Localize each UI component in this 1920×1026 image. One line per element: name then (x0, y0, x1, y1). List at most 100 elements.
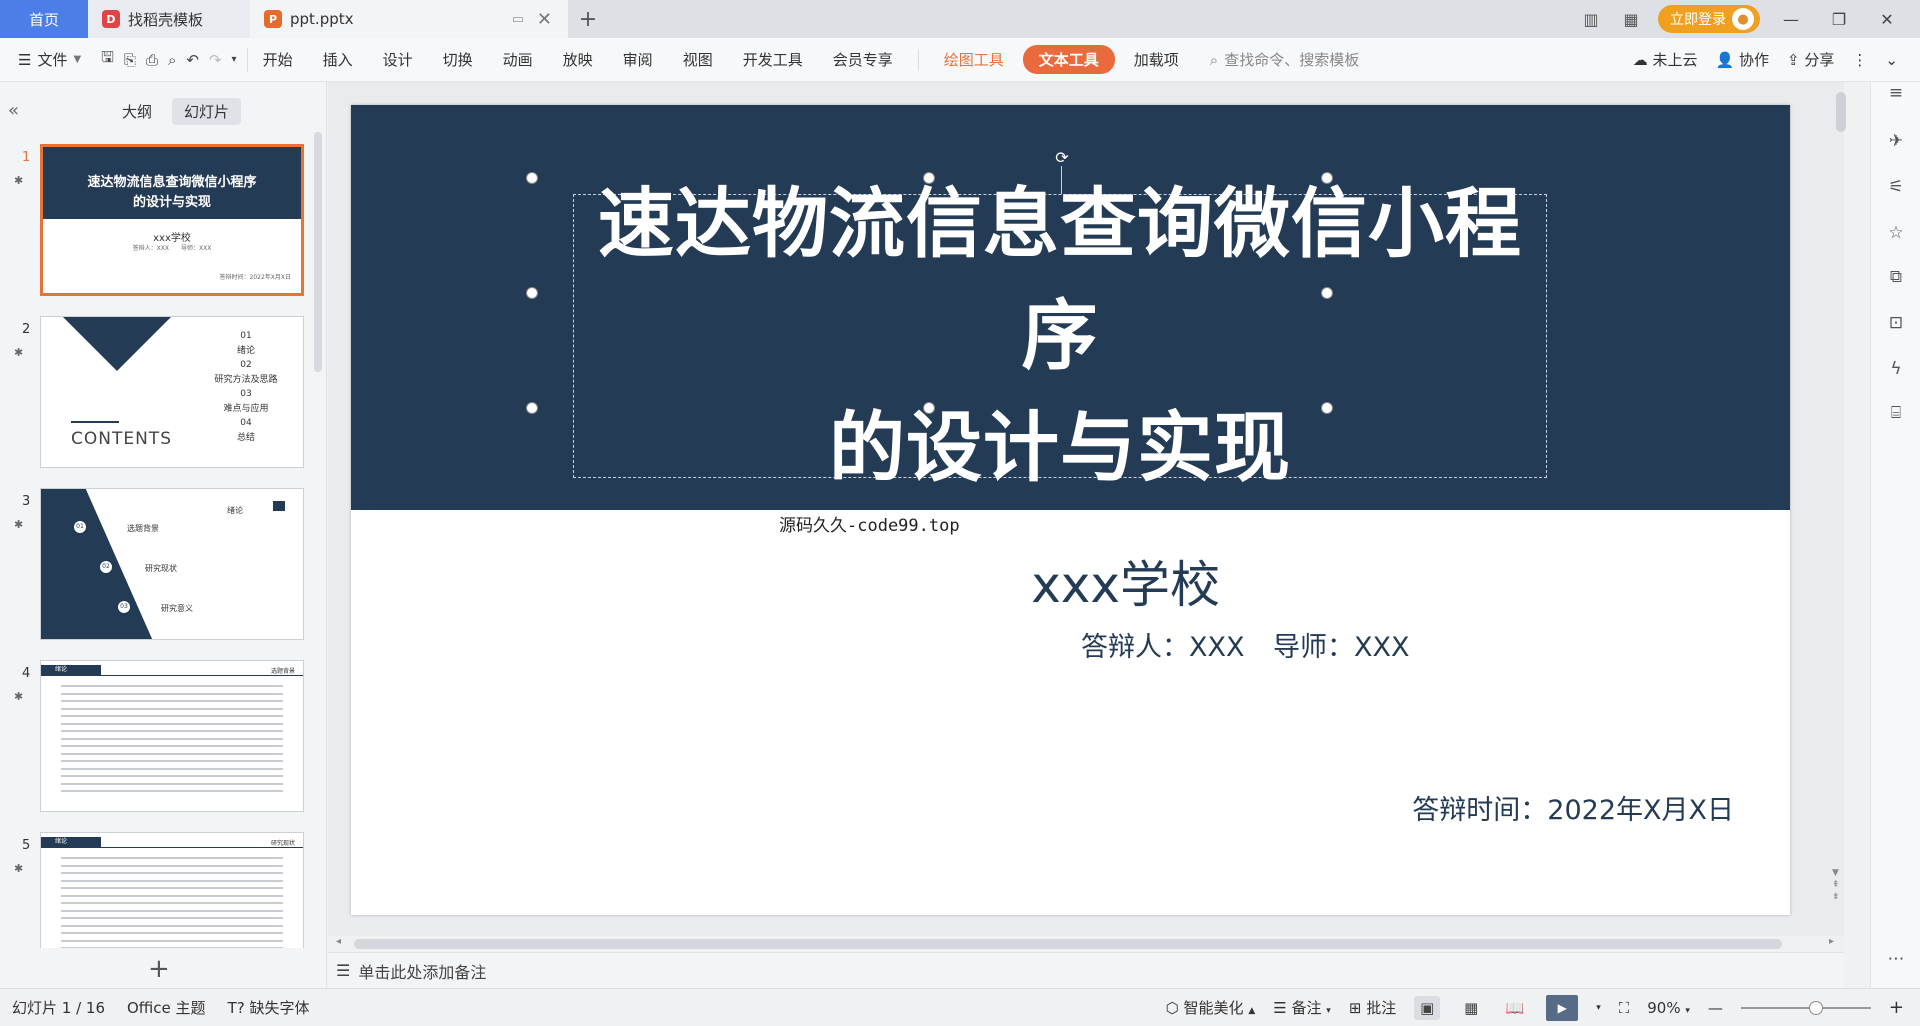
print-preview-icon[interactable]: ⌕ (168, 51, 176, 69)
panel-menu-icon[interactable]: ≡ (1885, 82, 1907, 104)
undo-icon[interactable]: ↶ (186, 51, 199, 69)
slide-thumbnail-2[interactable]: 01 绪论 02 研究方法及思路 03 难点与应用 04 总结 CONTENTS (40, 316, 304, 468)
more-quick-icon[interactable]: ▾ (232, 54, 237, 65)
book-icon[interactable]: ⌸ (1885, 402, 1907, 424)
slide-thumb-row-2: 2 ✱ 01 绪论 02 研究方法及思路 03 难点与应用 04 总结 CONT… (0, 316, 318, 468)
docer-logo-icon: D (102, 10, 120, 28)
image-icon[interactable]: ⊡ (1885, 312, 1907, 334)
resize-handle[interactable] (923, 402, 935, 414)
resize-handle[interactable] (1321, 172, 1333, 184)
resize-handle[interactable] (1321, 402, 1333, 414)
resize-handle[interactable] (526, 287, 538, 299)
beautify-button[interactable]: ⬡ 智能美化 ▲ (1166, 997, 1256, 1018)
slide-thumbnail-3[interactable]: 绪论 01 选题背景 02 研究现状 03 研究意义 (40, 488, 304, 640)
window-icon[interactable]: ▭ (512, 12, 524, 27)
lightning-icon[interactable]: ϟ (1885, 358, 1907, 380)
tab-developer[interactable]: 开发工具 (728, 49, 818, 70)
sorter-view-icon[interactable]: ▦ (1458, 996, 1484, 1020)
tab-text-tools[interactable]: 文本工具 (1022, 45, 1115, 74)
command-search[interactable]: ⌕ 查找命令、搜索模板 (1210, 49, 1359, 70)
tab-design[interactable]: 设计 (368, 49, 428, 70)
tab-insert[interactable]: 插入 (308, 49, 368, 70)
tab-start[interactable]: 开始 (248, 49, 308, 70)
resize-handle[interactable] (526, 402, 538, 414)
play-slideshow-icon[interactable]: ▶ (1546, 994, 1579, 1021)
add-slide-icon[interactable]: + (148, 954, 170, 984)
reading-view-icon[interactable]: 📖 (1502, 996, 1528, 1020)
horizontal-scroll-thumb[interactable] (354, 939, 1782, 949)
restore-icon[interactable]: ❐ (1822, 10, 1856, 29)
scroll-arrows-icon[interactable]: ▼ ⇞ ⇟ (1832, 867, 1840, 903)
rotate-handle-icon[interactable]: ⟳ (1054, 150, 1070, 166)
save-icon[interactable]: 🖫 (101, 47, 114, 72)
zoom-in-icon[interactable]: + (1889, 997, 1904, 1018)
collapse-panel-icon[interactable]: « (8, 100, 19, 121)
notes-toggle[interactable]: ☰ 备注 ▾ (1273, 997, 1331, 1018)
slide-panel-scrollbar[interactable] (314, 132, 322, 372)
thumb-title-line1: 速达物流信息查询微信小程序 (87, 175, 257, 190)
thumb3-item: 研究现状 (145, 564, 177, 573)
zoom-slider[interactable] (1740, 1000, 1871, 1015)
more-options-icon[interactable]: ⋮ (1852, 51, 1867, 69)
login-button[interactable]: 立即登录 ● (1658, 5, 1760, 33)
thumb-body-text (61, 857, 283, 948)
file-menu[interactable]: ☰ 文件 ▼ (0, 49, 91, 70)
file-menu-label: 文件 (37, 51, 68, 69)
missing-font-button[interactable]: T? 缺失字体 (228, 997, 310, 1018)
tab-outline[interactable]: 大纲 (110, 98, 164, 125)
layout-icon[interactable]: ▥ (1578, 10, 1604, 29)
resize-handle[interactable] (923, 172, 935, 184)
play-options-icon[interactable]: ▾ (1596, 1003, 1601, 1013)
tab-slideshow[interactable]: 放映 (548, 49, 608, 70)
tab-transition[interactable]: 切换 (428, 49, 488, 70)
canvas-horizontal-scrollbar[interactable]: ◂ ▸ (328, 936, 1844, 952)
resize-handle[interactable] (526, 172, 538, 184)
theme-name[interactable]: Office 主题 (127, 997, 206, 1018)
zoom-knob[interactable] (1808, 1000, 1823, 1015)
tab-drawing-tools[interactable]: 绘图工具 (929, 49, 1019, 70)
zoom-dropdown[interactable]: 90% ▾ (1647, 999, 1690, 1017)
collapse-ribbon-icon[interactable]: ⌄ (1885, 51, 1898, 69)
title-textbox[interactable]: 速达物流信息查询微信小程序 的设计与实现 (573, 179, 1547, 492)
rocket-icon[interactable]: ✈ (1885, 130, 1907, 152)
notes-pane[interactable]: ☰ 单击此处添加备注 (328, 952, 1844, 988)
canvas-vertical-scrollbar[interactable] (1836, 92, 1846, 132)
tab-member[interactable]: 会员专享 (818, 49, 908, 70)
slide-thumbnail-4[interactable]: 绪论 选题背景 (40, 660, 304, 812)
star-icon[interactable]: ☆ (1885, 222, 1907, 244)
new-tab-button[interactable]: + (568, 0, 608, 38)
scroll-left-icon[interactable]: ◂ (336, 936, 341, 947)
chevron-down-icon: ▼ (73, 54, 82, 65)
tab-view[interactable]: 视图 (668, 49, 728, 70)
scroll-right-icon[interactable]: ▸ (1829, 936, 1834, 947)
export-pdf-icon[interactable]: ⎘ (124, 51, 136, 69)
tab-addons[interactable]: 加载项 (1119, 49, 1194, 70)
normal-view-icon[interactable]: ▣ (1414, 995, 1441, 1020)
apps-grid-icon[interactable]: ▦ (1618, 10, 1644, 29)
minimize-icon[interactable]: — (1774, 10, 1808, 29)
tab-document[interactable]: P ppt.pptx ▭ ✕ (250, 0, 568, 38)
cloud-status[interactable]: ☁ 未上云 (1633, 49, 1698, 70)
tab-slides[interactable]: 幻灯片 (172, 98, 242, 125)
more-dots-icon[interactable]: ⋯ (1885, 948, 1907, 970)
tab-template-store[interactable]: D 找稻壳模板 (88, 0, 250, 38)
slide-transition-icon[interactable]: ⧉ (1885, 266, 1907, 288)
resize-handle[interactable] (1321, 287, 1333, 299)
close-tab-icon[interactable]: ✕ (537, 9, 552, 30)
collab-button[interactable]: 👤 协作 (1716, 49, 1769, 70)
tab-animation[interactable]: 动画 (488, 49, 548, 70)
redo-icon[interactable]: ↷ (209, 51, 222, 69)
current-slide[interactable]: ⟳ 速达物流信息查询微信小程序 的设计与实现 源码久久-code99.top x… (351, 105, 1790, 915)
comments-button[interactable]: ⊞ 批注 (1349, 997, 1396, 1018)
slide-panel: « 大纲 幻灯片 1 ✱ 速达物流信息查询微信小程序 的设计与实现 xxx学校 … (0, 82, 327, 988)
slide-thumbnail-1[interactable]: 速达物流信息查询微信小程序 的设计与实现 xxx学校 答辩人：XXX 导师：XX… (40, 144, 304, 296)
zoom-out-icon[interactable]: — (1708, 999, 1723, 1017)
print-icon[interactable]: ⎙ (146, 51, 158, 69)
settings-sliders-icon[interactable]: ⚟ (1885, 176, 1907, 198)
slide-thumbnail-5[interactable]: 绪论 研究现状 (40, 832, 304, 948)
tab-review[interactable]: 审阅 (608, 49, 668, 70)
fit-window-icon[interactable]: ⛶ (1619, 999, 1630, 1017)
share-button[interactable]: ⇪ 分享 (1787, 49, 1834, 70)
tab-home[interactable]: 首页 (0, 0, 88, 38)
close-window-icon[interactable]: ✕ (1870, 10, 1904, 29)
